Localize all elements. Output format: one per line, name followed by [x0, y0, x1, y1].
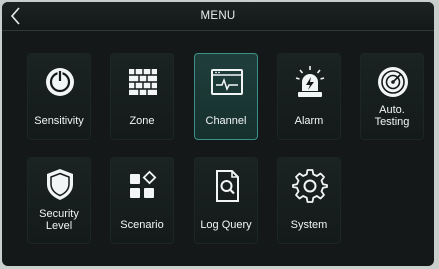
tile-label-log-query: Log Query	[200, 219, 252, 231]
menu-screen: MENU Sensitivity Zone Channel Alarm Auto…	[2, 2, 434, 266]
shapes-icon	[130, 170, 157, 198]
menu-tile-channel[interactable]: Channel	[194, 53, 258, 140]
tile-label-scenario: Scenario	[120, 219, 164, 231]
menu-tile-system[interactable]: System	[277, 157, 341, 244]
waveform-window-icon	[211, 69, 243, 95]
gear-icon	[292, 169, 328, 203]
siren-icon	[295, 66, 325, 97]
menu-tile-scenario[interactable]: Scenario	[110, 157, 174, 244]
tile-label-channel: Channel	[205, 115, 247, 127]
menu-tile-sensitivity[interactable]: Sensitivity	[27, 53, 91, 140]
tile-label-auto-testing: Auto. Testing	[374, 104, 410, 128]
fence-icon	[129, 69, 157, 95]
radar-target-icon	[378, 67, 408, 97]
power-icon	[46, 68, 74, 96]
tile-label-system: System	[290, 219, 328, 231]
tile-label-zone: Zone	[129, 115, 155, 127]
tile-label-alarm: Alarm	[294, 115, 324, 127]
menu-tile-security-level[interactable]: Security Level	[27, 157, 91, 244]
shield-icon	[47, 169, 73, 200]
tile-label-sensitivity: Sensitivity	[34, 115, 84, 127]
menu-tile-log-query[interactable]: Log Query	[194, 157, 258, 244]
menu-tile-zone[interactable]: Zone	[110, 53, 174, 140]
page-title: MENU	[200, 10, 236, 22]
document-search-icon	[216, 170, 239, 202]
menu-tile-auto-testing[interactable]: Auto. Testing	[360, 53, 424, 140]
menu-tile-alarm[interactable]: Alarm	[277, 53, 341, 140]
tile-label-security-level: Security Level	[39, 208, 79, 232]
header-bar: MENU	[2, 2, 434, 31]
